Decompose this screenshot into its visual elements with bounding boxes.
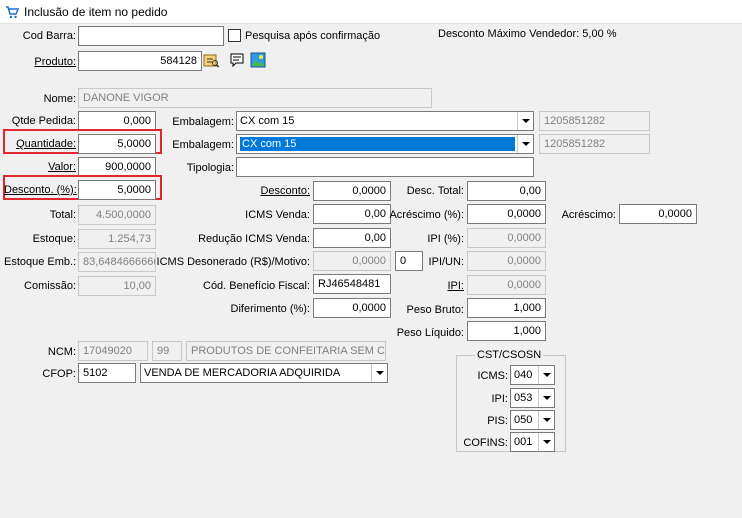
embalagem-code-2[interactable]: 1205851282 xyxy=(539,134,650,154)
cfop-select-value: VENDA DE MERCADORIA ADQUIRIDA xyxy=(144,367,341,379)
cst-pis-select[interactable]: 050 xyxy=(510,410,555,430)
embalagem-code-1[interactable]: 1205851282 xyxy=(539,111,650,131)
cst-ipi-select[interactable]: 053 xyxy=(510,388,555,408)
embalagem-select-2-value: CX com 15 xyxy=(240,137,515,151)
quantidade-label: Quantidade: xyxy=(16,138,76,150)
ncm-desc-input[interactable]: PRODUTOS DE CONFEITARIA SEM CA xyxy=(186,341,386,361)
peso-bruto-label: Peso Bruto: xyxy=(406,304,464,316)
peso-liquido-label: Peso Líquido: xyxy=(396,327,464,339)
ncm-ex-input[interactable]: 99 xyxy=(152,341,182,361)
comment-icon[interactable] xyxy=(229,52,245,68)
acrescimo-pct-input[interactable]: 0,0000 xyxy=(467,204,546,224)
cfop-select[interactable]: VENDA DE MERCADORIA ADQUIRIDA xyxy=(140,363,388,383)
acrescimo-input[interactable]: 0,0000 xyxy=(619,204,697,224)
embalagem-select-1[interactable]: CX com 15 xyxy=(236,111,534,131)
cst-icms-value: 040 xyxy=(514,369,533,381)
total-label: Total: xyxy=(49,209,76,221)
quantidade-input[interactable]: 5,0000 xyxy=(78,134,156,154)
tipologia-input[interactable] xyxy=(236,157,534,177)
produto-input[interactable]: 584128 xyxy=(78,51,202,71)
cst-icms-select[interactable]: 040 xyxy=(510,365,555,385)
cod-barra-input[interactable] xyxy=(78,26,224,46)
embalagem-select-1-value: CX com 15 xyxy=(240,115,295,127)
cfop-code-input[interactable]: 5102 xyxy=(78,363,136,383)
comissao-label: Comissão: xyxy=(24,280,76,292)
valor-input[interactable]: 900,0000 xyxy=(78,157,156,177)
cst-cofins-select[interactable]: 001 xyxy=(510,432,555,452)
icms-desonerado-label: ICMS Desonerado (R$)/Motivo: xyxy=(156,256,310,268)
estoque-label: Estoque: xyxy=(32,233,76,245)
total-input[interactable]: 4.500,0000 xyxy=(78,205,156,225)
valor-label: Valor: xyxy=(48,161,76,173)
cod-beneficio-label: Cód. Benefício Fiscal: xyxy=(203,280,310,292)
tipologia-label: Tipologia: xyxy=(186,162,234,174)
cfop-label: CFOP: xyxy=(42,368,76,380)
ipi-pct-label: IPI (%): xyxy=(427,233,464,245)
desc-total-label: Desc. Total: xyxy=(406,185,464,197)
cst-pis-label: PIS: xyxy=(487,415,508,427)
peso-liquido-input[interactable]: 1,000 xyxy=(467,321,546,341)
cod-barra-label: Cod Barra: xyxy=(22,30,76,42)
desconto-label: Desconto: xyxy=(260,185,310,197)
chevron-down-icon[interactable] xyxy=(517,135,533,153)
produto-label: Produto: xyxy=(34,56,76,68)
window-title: Inclusão de item no pedido xyxy=(24,5,168,19)
diferimento-label: Diferimento (%): xyxy=(230,303,310,315)
estoque-emb-input[interactable]: 83,64846666666 xyxy=(78,252,156,272)
embalagem-label-2: Embalagem: xyxy=(172,139,234,151)
reducao-icms-input[interactable]: 0,00 xyxy=(313,228,391,248)
desconto-input[interactable]: 0,0000 xyxy=(313,181,391,201)
estoque-input[interactable]: 1.254,73 xyxy=(78,229,156,249)
qtde-pedida-input[interactable]: 0,000 xyxy=(78,111,156,131)
cst-cofins-value: 001 xyxy=(514,436,533,448)
ncm-label: NCM: xyxy=(47,346,76,358)
nome-label: Nome: xyxy=(43,93,76,105)
peso-bruto-input[interactable]: 1,000 xyxy=(467,298,546,318)
cart-icon xyxy=(6,6,19,19)
cst-cofins-label: COFINS: xyxy=(463,437,508,449)
desconto-pct-input[interactable]: 5,0000 xyxy=(78,180,156,200)
acrescimo-label: Acréscimo: xyxy=(561,209,616,221)
reducao-icms-label: Redução ICMS Venda: xyxy=(198,233,310,245)
pesquisa-checkbox[interactable] xyxy=(228,29,241,42)
icms-desonerado-input[interactable]: 0,0000 xyxy=(313,251,391,271)
desconto-maximo-text: Desconto Máximo Vendedor: 5,00 % xyxy=(438,28,617,40)
ipi-un-input[interactable]: 0,0000 xyxy=(467,251,546,271)
cst-pis-value: 050 xyxy=(514,414,533,426)
chevron-down-icon[interactable] xyxy=(538,366,554,384)
cod-beneficio-input[interactable]: RJ46548481 xyxy=(313,274,391,294)
qtde-pedida-label: Qtde Pedida: xyxy=(11,115,76,127)
cst-csosn-title: CST/CSOSN xyxy=(475,349,544,361)
chevron-down-icon[interactable] xyxy=(538,411,554,429)
ipi-pct-input[interactable]: 0,0000 xyxy=(467,228,546,248)
title-bar: Inclusão de item no pedido xyxy=(0,0,742,24)
cst-icms-label: ICMS: xyxy=(477,370,508,382)
comissao-input[interactable]: 10,00 xyxy=(78,276,156,296)
ncm-code-input[interactable]: 17049020 xyxy=(78,341,148,361)
cst-ipi-value: 053 xyxy=(514,392,533,404)
desconto-pct-label: Desconto. (%): xyxy=(4,184,77,196)
ipi-label: IPI: xyxy=(447,280,464,292)
chevron-down-icon[interactable] xyxy=(371,364,387,382)
embalagem-select-2[interactable]: CX com 15 xyxy=(236,134,534,154)
estoque-emb-label: Estoque Emb.: xyxy=(4,256,77,268)
acrescimo-pct-label: Acréscimo (%): xyxy=(389,209,464,221)
nome-input[interactable]: DANONE VIGOR xyxy=(78,88,432,108)
image-icon[interactable] xyxy=(250,52,266,68)
chevron-down-icon[interactable] xyxy=(517,112,533,130)
ipi-un-label: IPI/UN: xyxy=(428,256,464,268)
search-product-icon[interactable] xyxy=(203,53,219,69)
desc-total-input[interactable]: 0,00 xyxy=(467,181,546,201)
cst-ipi-label: IPI: xyxy=(491,393,508,405)
embalagem-label-1: Embalagem: xyxy=(172,116,234,128)
chevron-down-icon[interactable] xyxy=(538,433,554,451)
chevron-down-icon[interactable] xyxy=(538,389,554,407)
ipi-input[interactable]: 0,0000 xyxy=(467,275,546,295)
icms-venda-label: ICMS Venda: xyxy=(245,209,310,221)
pesquisa-label: Pesquisa após confirmação xyxy=(245,30,381,42)
